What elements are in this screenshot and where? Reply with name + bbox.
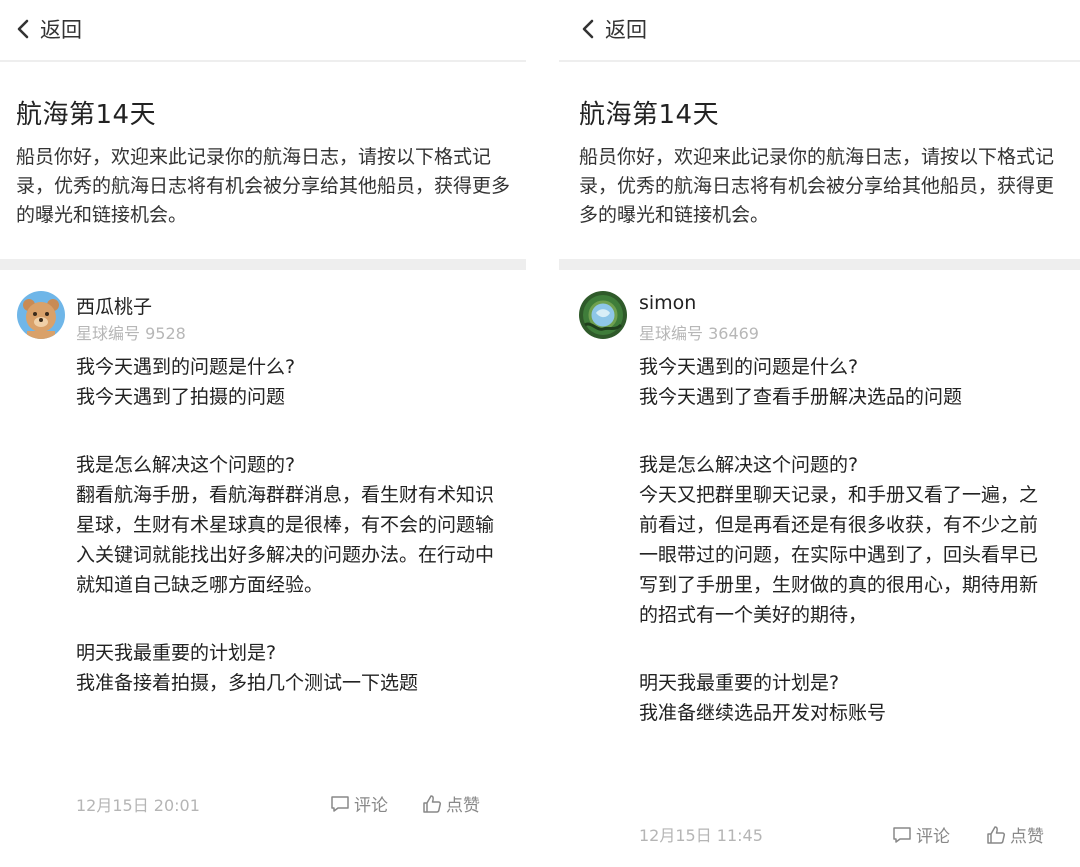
- question-2: 我是怎么解决这个问题的?: [76, 454, 296, 476]
- avatar[interactable]: [17, 291, 65, 339]
- section-divider: [559, 259, 1080, 270]
- like-button[interactable]: 点赞: [422, 791, 480, 816]
- back-button[interactable]: 返回: [581, 14, 647, 44]
- answer-3: 我准备接着拍摄，多拍几个测试一下选题: [76, 672, 419, 694]
- thumbs-up-icon: [987, 825, 1006, 844]
- avatar[interactable]: [579, 291, 627, 339]
- page-title: 航海第14天: [16, 100, 157, 130]
- answer-2: 翻看航海手册，看航海群群消息，看生财有术知识星球，生财有术星球真的是很棒，有不会…: [76, 484, 495, 596]
- page-description: 船员你好，欢迎来此记录你的航海日志，请按以下格式记录，优秀的航海日志将有机会被分…: [579, 146, 1055, 226]
- comment-label: 评论: [916, 827, 950, 847]
- question-1: 我今天遇到的问题是什么?: [76, 356, 296, 378]
- answer-2: 今天又把群里聊天记录，和手册又看了一遍，之前看过，但是再看还是有很多收获，有不少…: [639, 484, 1039, 626]
- comment-label: 评论: [354, 796, 388, 816]
- comment-button[interactable]: 评论: [892, 822, 950, 847]
- panel-gap: [526, 0, 559, 867]
- like-label: 点赞: [446, 796, 480, 816]
- back-button[interactable]: 返回: [16, 14, 82, 44]
- back-label: 返回: [40, 18, 82, 42]
- post-timestamp: 12月15日 20:01: [76, 796, 200, 815]
- like-button[interactable]: 点赞: [986, 822, 1044, 847]
- member-id: 星球编号 9528: [76, 324, 186, 343]
- section-divider: [0, 259, 526, 270]
- answer-3: 我准备继续选品开发对标账号: [639, 702, 887, 724]
- top-bar: 返回: [0, 0, 526, 62]
- journal-panel-right: 返回 航海第14天 船员你好，欢迎来此记录你的航海日志，请按以下格式记录，优秀的…: [559, 0, 1080, 867]
- globe-avatar-icon: [579, 291, 627, 339]
- page-description: 船员你好，欢迎来此记录你的航海日志，请按以下格式记录，优秀的航海日志将有机会被分…: [16, 146, 511, 226]
- question-3: 明天我最重要的计划是?: [639, 672, 840, 694]
- page-title: 航海第14天: [579, 100, 720, 130]
- post-timestamp: 12月15日 11:45: [639, 826, 763, 845]
- journal-entry: 我今天遇到的问题是什么? 我今天遇到了查看手册解决选品的问题 我是怎么解决这个问…: [639, 352, 1050, 728]
- chevron-left-icon: [17, 19, 29, 39]
- top-bar: 返回: [559, 0, 1080, 62]
- comment-icon: [331, 795, 349, 812]
- bear-avatar-icon: [17, 291, 65, 339]
- answer-1: 我今天遇到了拍摄的问题: [76, 386, 286, 408]
- answer-1: 我今天遇到了查看手册解决选品的问题: [639, 386, 963, 408]
- journal-panel-left: 返回 航海第14天 船员你好，欢迎来此记录你的航海日志，请按以下格式记录，优秀的…: [0, 0, 526, 867]
- question-2: 我是怎么解决这个问题的?: [639, 454, 859, 476]
- question-3: 明天我最重要的计划是?: [76, 642, 277, 664]
- user-name[interactable]: simon: [639, 292, 696, 314]
- back-label: 返回: [605, 18, 647, 42]
- journal-entry: 我今天遇到的问题是什么? 我今天遇到了拍摄的问题 我是怎么解决这个问题的? 翻看…: [76, 352, 506, 698]
- like-label: 点赞: [1010, 827, 1044, 847]
- comment-icon: [893, 826, 911, 843]
- chevron-left-icon: [582, 19, 594, 39]
- question-1: 我今天遇到的问题是什么?: [639, 356, 859, 378]
- thumbs-up-icon: [423, 794, 442, 813]
- user-name[interactable]: 西瓜桃子: [76, 292, 152, 319]
- comment-button[interactable]: 评论: [330, 791, 388, 816]
- member-id: 星球编号 36469: [639, 324, 759, 343]
